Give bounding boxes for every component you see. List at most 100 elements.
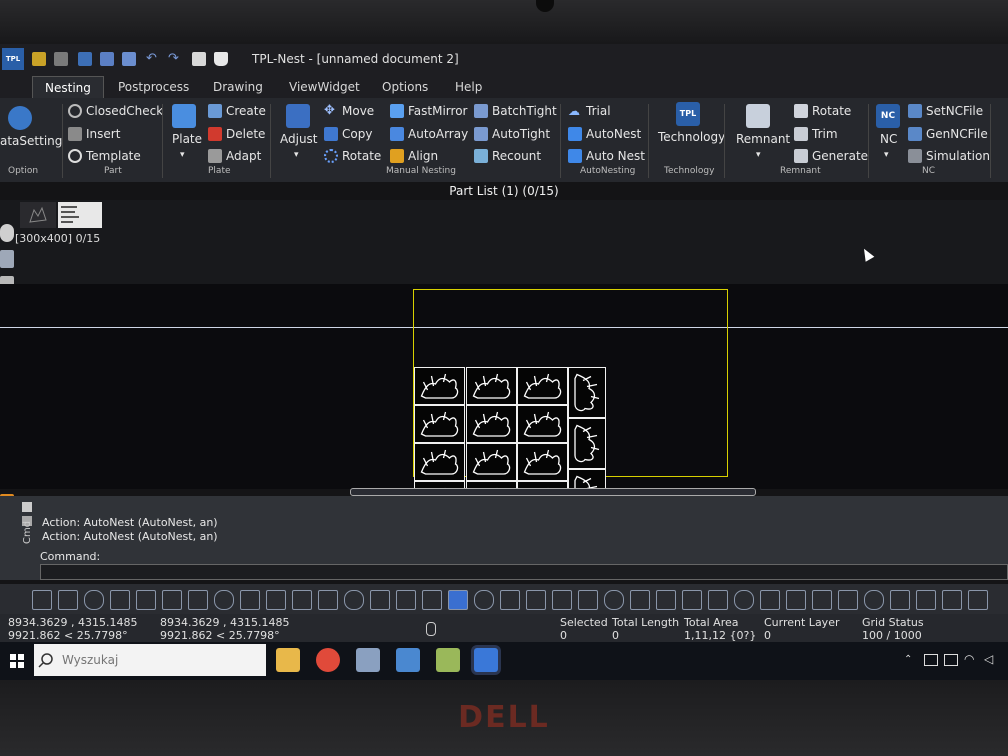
grid-icon[interactable] <box>136 590 156 610</box>
chrome-icon[interactable] <box>316 648 340 672</box>
tab-help[interactable]: Help <box>455 80 482 94</box>
tray-chevron-icon[interactable]: ⌃ <box>904 654 912 665</box>
new-file-icon[interactable] <box>32 52 46 66</box>
line-icon[interactable] <box>240 590 260 610</box>
circle-icon[interactable] <box>318 590 338 610</box>
frame-2-icon[interactable] <box>656 590 676 610</box>
drawing-canvas[interactable] <box>0 284 1008 520</box>
nested-part[interactable] <box>414 367 465 405</box>
polyline-2-icon[interactable] <box>188 590 208 610</box>
circle-plus-icon[interactable] <box>500 590 520 610</box>
window-icon[interactable] <box>968 590 988 610</box>
nested-part-rotated[interactable] <box>568 418 606 469</box>
nested-part-rotated[interactable] <box>568 367 606 418</box>
part-info-thumbnail[interactable] <box>58 202 102 228</box>
save-as-icon[interactable] <box>100 52 114 66</box>
extend-icon[interactable] <box>32 590 52 610</box>
spiral-icon[interactable] <box>526 590 546 610</box>
app-logo[interactable]: TPL <box>2 48 24 70</box>
search-input[interactable] <box>60 652 254 668</box>
taskbar-search-box[interactable] <box>34 644 266 676</box>
frame-icon[interactable] <box>448 590 468 610</box>
grid-2-icon[interactable] <box>942 590 962 610</box>
notes-app-icon[interactable] <box>436 648 460 672</box>
nested-part[interactable] <box>414 405 465 443</box>
print-icon[interactable] <box>192 52 206 66</box>
adjust-button[interactable]: Adjust <box>280 132 318 146</box>
cross-icon[interactable] <box>292 590 312 610</box>
box-icon[interactable] <box>474 590 494 610</box>
batch-tight-button[interactable]: BatchTight <box>474 104 557 118</box>
curve-icon[interactable] <box>214 590 234 610</box>
tray-battery-icon[interactable] <box>944 654 958 666</box>
eye-icon[interactable] <box>786 590 806 610</box>
adjust-dropdown-icon[interactable]: ▾ <box>294 150 299 160</box>
rect-icon[interactable] <box>630 590 650 610</box>
polyline-icon[interactable] <box>162 590 182 610</box>
target-icon[interactable] <box>84 590 104 610</box>
dwg-export-icon[interactable] <box>122 52 136 66</box>
tab-options[interactable]: Options <box>382 80 428 94</box>
fast-mirror-button[interactable]: FastMirror <box>390 104 467 118</box>
stack-icon[interactable] <box>552 590 572 610</box>
crosshair-icon[interactable] <box>734 590 754 610</box>
autonest-button[interactable]: AutoNest <box>568 127 641 141</box>
part-thumbnail[interactable] <box>20 202 56 228</box>
copy-button[interactable]: Copy <box>324 127 372 141</box>
remnant-dropdown-icon[interactable]: ▾ <box>756 150 761 160</box>
tab-postprocess[interactable]: Postprocess <box>118 80 189 94</box>
move-button[interactable]: ✥ Move <box>324 104 374 119</box>
tpl-nest-taskbar-icon[interactable] <box>474 648 498 672</box>
calculator-app-icon[interactable] <box>396 648 420 672</box>
trim-button[interactable]: Trim <box>794 127 838 141</box>
nested-part[interactable] <box>466 367 517 405</box>
pin-icon[interactable] <box>916 590 936 610</box>
nested-part[interactable] <box>414 443 465 481</box>
command-input[interactable] <box>40 564 1008 580</box>
closed-check-button[interactable]: ClosedCheck <box>68 104 163 118</box>
plate-button[interactable]: Plate <box>172 132 202 146</box>
text-icon[interactable] <box>708 590 728 610</box>
create-plate-button[interactable]: Create <box>208 104 266 118</box>
tab-nesting[interactable]: Nesting <box>32 76 104 99</box>
close-panel-icon[interactable] <box>22 502 32 512</box>
tray-wifi-icon[interactable]: ◠ <box>964 652 974 666</box>
redo-icon[interactable]: ↷ <box>168 52 182 66</box>
tab-viewwidget[interactable]: ViewWidget <box>289 80 360 94</box>
windows-start-icon[interactable] <box>10 654 24 668</box>
plus-2-icon[interactable] <box>370 590 390 610</box>
nested-part[interactable] <box>466 405 517 443</box>
gen-nc-file-button[interactable]: GenNCFile <box>908 127 988 141</box>
image-icon[interactable] <box>682 590 702 610</box>
plate-dropdown-icon[interactable]: ▾ <box>180 150 185 160</box>
simulation-button[interactable]: Simulation <box>908 149 990 163</box>
delete-plate-button[interactable]: Delete <box>208 127 265 141</box>
list-icon[interactable] <box>760 590 780 610</box>
data-setting-button[interactable]: ataSetting <box>0 134 62 148</box>
layer-icon[interactable] <box>578 590 598 610</box>
generate-button[interactable]: Generate <box>794 149 868 163</box>
nested-part[interactable] <box>517 367 568 405</box>
dots-icon[interactable] <box>838 590 858 610</box>
undo-icon[interactable]: ↶ <box>146 52 160 66</box>
remnant-rotate-button[interactable]: Rotate <box>794 104 851 118</box>
sort-icon[interactable] <box>396 590 416 610</box>
set-nc-file-button[interactable]: SetNCFile <box>908 104 983 118</box>
auto-array-button[interactable]: AutoArray <box>390 127 468 141</box>
auto-nest-button[interactable]: Auto Nest <box>568 149 645 163</box>
tray-volume-icon[interactable]: ◁ <box>984 652 993 666</box>
tray-device-icon[interactable] <box>924 654 938 666</box>
open-folder-icon[interactable] <box>54 52 68 66</box>
hash-icon[interactable] <box>890 590 910 610</box>
tab-drawing[interactable]: Drawing <box>213 80 263 94</box>
template-button[interactable]: Template <box>68 149 141 163</box>
line-2-icon[interactable] <box>266 590 286 610</box>
insert-button[interactable]: Insert <box>68 127 120 141</box>
pen-icon[interactable] <box>110 590 130 610</box>
auto-tight-button[interactable]: AutoTight <box>474 127 550 141</box>
remnant-button[interactable]: Remnant <box>736 132 790 146</box>
nc-dropdown-icon[interactable]: ▾ <box>884 150 889 160</box>
recount-button[interactable]: Recount <box>474 149 541 163</box>
perpendicular-icon[interactable] <box>344 590 364 610</box>
horizontal-scrollbar[interactable] <box>350 488 756 496</box>
